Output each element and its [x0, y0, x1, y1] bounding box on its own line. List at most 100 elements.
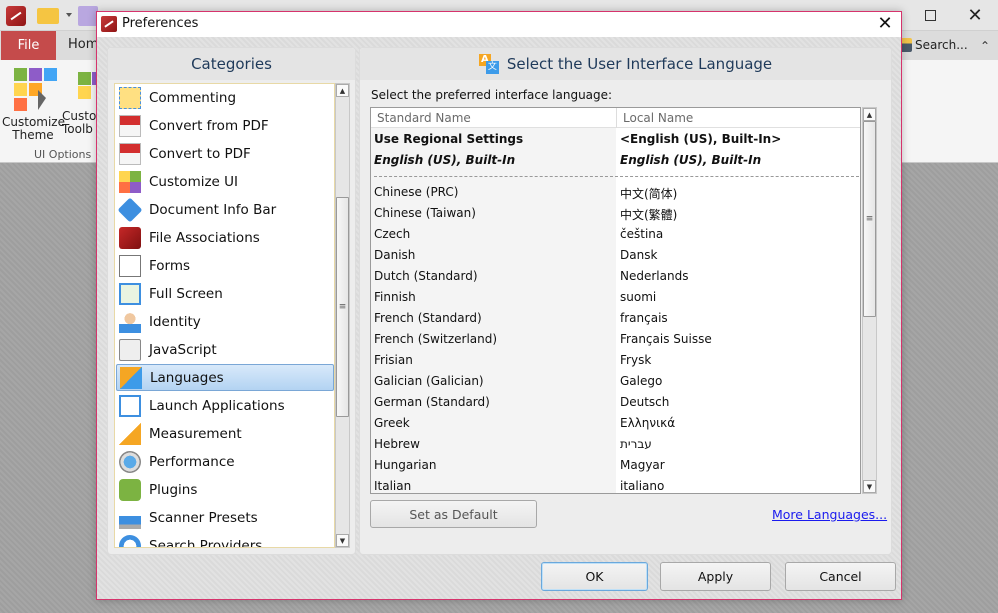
categories-list[interactable]: Commenting Convert from PDF Convert to PDF…	[114, 83, 335, 548]
category-label: Document Info Bar	[149, 201, 277, 218]
window-close-button[interactable]: ✕	[952, 0, 998, 31]
local-name-cell: <English (US), Built-In>	[620, 132, 782, 146]
language-table[interactable]: Standard Name Local Name Use Regional Se…	[370, 107, 861, 494]
ribbon-search[interactable]: Search...	[898, 38, 968, 52]
language-icon: A 文	[478, 54, 499, 74]
category-item[interactable]: Performance	[116, 448, 334, 475]
language-row[interactable]: Czech čeština	[371, 224, 860, 245]
preferences-dialog: Preferences ✕ Categories Commenting Conve…	[96, 11, 902, 600]
categories-scrollbar[interactable]: ▲ ≡ ▼	[335, 83, 350, 548]
local-name-cell: italiano	[620, 479, 665, 493]
language-row[interactable]: Hungarian Magyar	[371, 455, 860, 476]
language-row[interactable]: English (US), Built-In English (US), Buil…	[371, 150, 860, 171]
language-row[interactable]: Finnish suomi	[371, 287, 860, 308]
dialog-close-button[interactable]: ✕	[873, 13, 897, 35]
language-row[interactable]: French (Standard) français	[371, 308, 860, 329]
languages-panel-header: A 文 Select the User Interface Language	[360, 48, 891, 80]
local-name-cell: Français Suisse	[620, 332, 712, 346]
gauge-icon	[119, 450, 141, 473]
language-row[interactable]: Hebrew עברית	[371, 434, 860, 455]
maximize-button[interactable]	[907, 0, 953, 31]
scroll-up-button[interactable]: ▲	[863, 108, 876, 121]
category-label: Customize UI	[149, 173, 239, 190]
tab-home[interactable]: Hom	[68, 37, 98, 52]
language-row[interactable]: Greek Ελληνικά	[371, 413, 860, 434]
local-name-cell: Galego	[620, 374, 663, 388]
category-item[interactable]: Measurement	[116, 420, 334, 447]
scroll-up-button[interactable]: ▲	[336, 84, 349, 97]
category-item[interactable]: Convert from PDF	[116, 112, 334, 139]
local-name-cell: Ελληνικά	[620, 416, 676, 430]
category-label: Performance	[149, 453, 235, 470]
category-item[interactable]: Plugins	[116, 476, 334, 503]
standard-name-cell: English (US), Built-In	[374, 153, 516, 167]
open-folder-icon[interactable]	[37, 8, 59, 24]
script-gear-icon	[119, 338, 141, 361]
category-item[interactable]: Launch Applications	[116, 392, 334, 419]
category-label: Scanner Presets	[149, 509, 258, 526]
scroll-down-button[interactable]: ▼	[863, 480, 876, 493]
category-item[interactable]: File Associations	[116, 224, 334, 251]
column-header-standard-name[interactable]: Standard Name	[377, 111, 471, 125]
cancel-button[interactable]: Cancel	[785, 562, 896, 591]
language-row[interactable]: Use Regional Settings <English (US), Buil…	[371, 129, 860, 150]
language-row[interactable]: Italian italiano	[371, 476, 860, 493]
category-item[interactable]: JavaScript	[116, 336, 334, 363]
category-label: Full Screen	[149, 285, 223, 302]
full-screen-icon	[119, 282, 141, 305]
scroll-thumb[interactable]: ≡	[336, 197, 349, 417]
local-name-cell: suomi	[620, 290, 657, 304]
category-item[interactable]: Forms	[116, 252, 334, 279]
column-header-local-name[interactable]: Local Name	[623, 111, 693, 125]
convert-from-pdf-icon	[119, 114, 141, 137]
collapse-ribbon-icon[interactable]: ⌃	[980, 39, 990, 53]
set-as-default-button[interactable]: Set as Default	[370, 500, 537, 528]
language-row[interactable]: Danish Dansk	[371, 245, 860, 266]
local-name-cell: čeština	[620, 227, 664, 241]
column-divider[interactable]	[616, 108, 617, 128]
local-name-cell: עברית	[620, 437, 652, 451]
ribbon-search-label: Search...	[915, 38, 968, 52]
open-dropdown-icon[interactable]	[66, 13, 72, 17]
standard-name-cell: Finnish	[374, 290, 416, 304]
more-languages-link[interactable]: More Languages...	[772, 507, 887, 522]
category-item[interactable]: Scanner Presets	[116, 504, 334, 531]
language-row[interactable]: Chinese (PRC) 中文(简体)	[371, 182, 860, 203]
language-row[interactable]: German (Standard) Deutsch	[371, 392, 860, 413]
language-row[interactable]: Galician (Galician) Galego	[371, 371, 860, 392]
language-table-scrollbar[interactable]: ▲ ≡ ▼	[862, 107, 877, 494]
dialog-title: Preferences	[122, 16, 199, 31]
category-item[interactable]: Customize UI	[116, 168, 334, 195]
standard-name-cell: Czech	[374, 227, 411, 241]
category-item[interactable]: Languages	[116, 364, 334, 391]
pdf-file-icon	[119, 226, 141, 249]
launch-app-icon	[119, 394, 141, 417]
category-item[interactable]: Convert to PDF	[116, 140, 334, 167]
category-item[interactable]: Identity	[116, 308, 334, 335]
language-prompt: Select the preferred interface language:	[371, 88, 613, 102]
category-item[interactable]: Search Providers	[116, 532, 334, 547]
tab-file[interactable]: File	[1, 31, 56, 60]
language-row[interactable]: French (Switzerland) Français Suisse	[371, 329, 860, 350]
scroll-thumb[interactable]: ≡	[863, 121, 876, 317]
app-logo-icon	[101, 16, 117, 32]
categories-panel: Categories Commenting Convert from PDF Con…	[107, 47, 356, 555]
local-name-cell: Dansk	[620, 248, 658, 262]
apply-button[interactable]: Apply	[660, 562, 771, 591]
save-icon[interactable]	[78, 6, 98, 26]
customize-theme-button[interactable]: Customize Theme	[2, 64, 65, 142]
category-item[interactable]: Document Info Bar	[116, 196, 334, 223]
standard-name-cell: Hungarian	[374, 458, 437, 472]
ok-button[interactable]: OK	[541, 562, 648, 591]
category-label: Convert from PDF	[149, 117, 269, 134]
category-item[interactable]: Full Screen	[116, 280, 334, 307]
category-item[interactable]: Commenting	[116, 84, 334, 111]
scroll-down-button[interactable]: ▼	[336, 534, 349, 547]
category-label: Convert to PDF	[149, 145, 251, 162]
language-row[interactable]: Dutch (Standard) Nederlands	[371, 266, 860, 287]
app-logo-icon	[6, 6, 26, 26]
local-name-cell: Deutsch	[620, 395, 670, 409]
language-row[interactable]: Frisian Frysk	[371, 350, 860, 371]
standard-name-cell: Italian	[374, 479, 412, 493]
language-row[interactable]: Chinese (Taiwan) 中文(繁體)	[371, 203, 860, 224]
